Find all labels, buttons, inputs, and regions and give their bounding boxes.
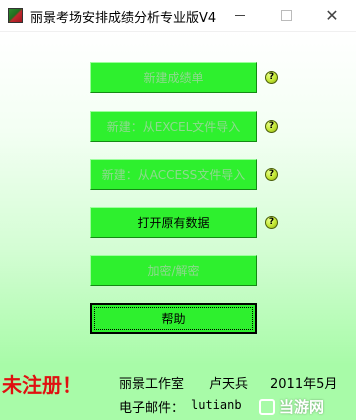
watermark: 当游网 bbox=[259, 396, 324, 417]
minimize-icon bbox=[235, 15, 245, 16]
close-button[interactable]: ✕ bbox=[309, 0, 355, 31]
new-scoresheet-button[interactable]: 新建成绩单 bbox=[90, 62, 257, 93]
help-question-icon[interactable]: ? bbox=[265, 71, 278, 84]
open-existing-data-button[interactable]: 打开原有数据 bbox=[90, 207, 257, 238]
watermark-text: 当游网 bbox=[279, 398, 325, 416]
help-question-icon[interactable]: ? bbox=[265, 168, 278, 181]
app-icon bbox=[8, 8, 23, 23]
window-title: 丽景考场安排成绩分析专业版V4. bbox=[30, 11, 216, 26]
title-bar[interactable]: 丽景考场安排成绩分析专业版V4. ✕ bbox=[0, 0, 356, 32]
import-access-button[interactable]: 新建：从ACCESS文件导入 bbox=[90, 159, 257, 190]
close-icon: ✕ bbox=[325, 6, 339, 25]
watermark-logo-icon bbox=[259, 399, 275, 415]
help-question-icon[interactable]: ? bbox=[265, 216, 278, 229]
email-address[interactable]: lutianb bbox=[191, 398, 242, 412]
help-question-icon[interactable]: ? bbox=[265, 120, 278, 133]
author-name: 卢天兵 bbox=[209, 377, 249, 392]
studio-name: 丽景工作室 bbox=[119, 377, 185, 392]
maximize-button[interactable] bbox=[263, 0, 309, 31]
encrypt-decrypt-button[interactable]: 加密/解密 bbox=[90, 255, 257, 286]
help-button[interactable]: 帮助 bbox=[90, 303, 257, 334]
registration-status: 未注册！ bbox=[2, 373, 82, 397]
email-label: 电子邮件： bbox=[119, 401, 185, 416]
import-excel-button[interactable]: 新建：从EXCEL文件导入 bbox=[90, 111, 257, 142]
minimize-button[interactable] bbox=[217, 0, 263, 31]
release-date: 2011年5月 bbox=[270, 377, 338, 392]
maximize-icon bbox=[280, 10, 292, 21]
